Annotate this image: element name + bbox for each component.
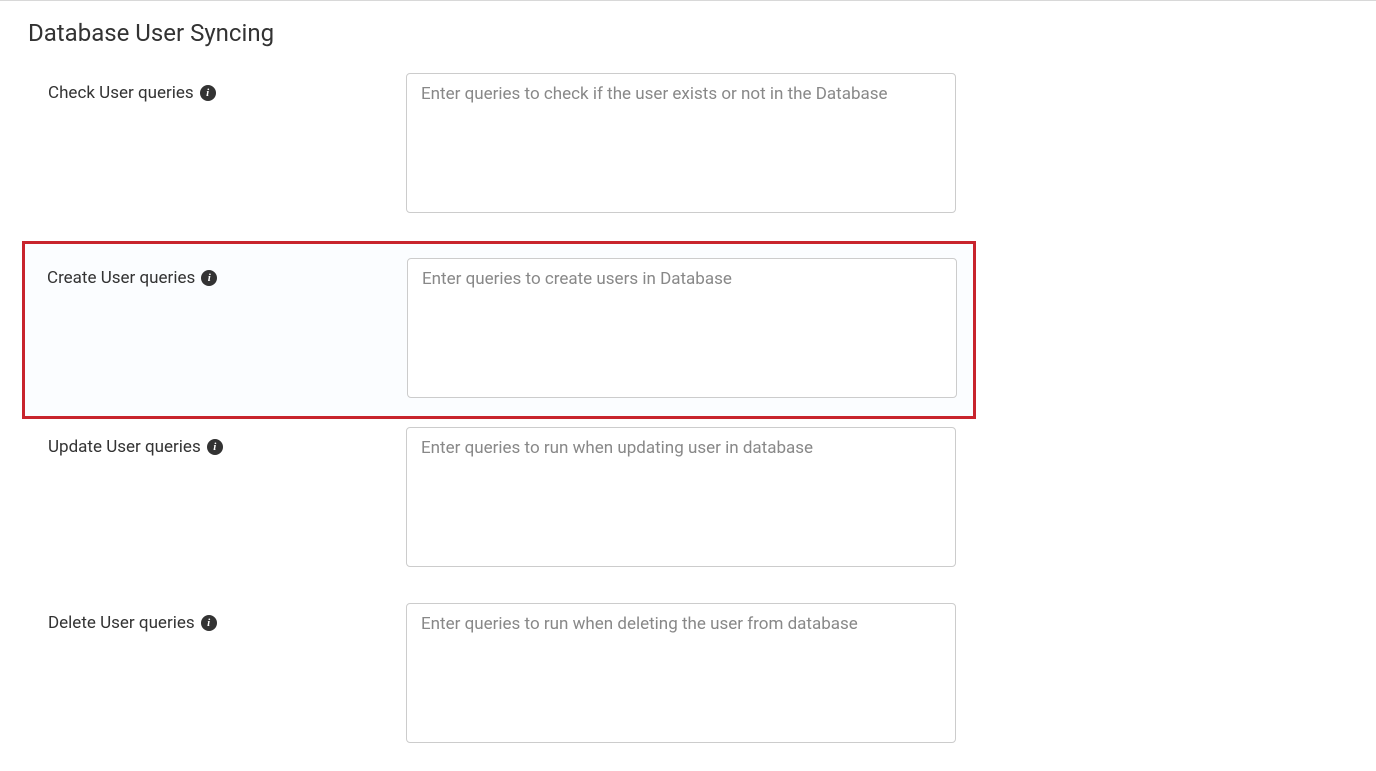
top-divider — [0, 0, 1376, 1]
update-user-row: Update User queries i — [0, 419, 1376, 595]
info-icon[interactable]: i — [200, 85, 216, 101]
create-user-row: Create User queries i — [22, 241, 976, 419]
check-user-input-col — [406, 73, 956, 217]
update-user-queries-input[interactable] — [406, 427, 956, 567]
delete-user-input-col — [406, 603, 956, 747]
create-user-input-col — [407, 258, 957, 402]
check-user-queries-input[interactable] — [406, 73, 956, 213]
info-icon[interactable]: i — [201, 270, 217, 286]
check-user-row: Check User queries i — [0, 65, 1376, 241]
delete-user-row: Delete User queries i — [0, 595, 1376, 771]
delete-user-queries-input[interactable] — [406, 603, 956, 743]
create-user-queries-input[interactable] — [407, 258, 957, 398]
delete-user-label-col: Delete User queries i — [0, 603, 406, 633]
update-user-input-col — [406, 427, 956, 571]
info-icon[interactable]: i — [201, 615, 217, 631]
info-icon[interactable]: i — [207, 439, 223, 455]
update-user-label-col: Update User queries i — [0, 427, 406, 457]
check-user-label-col: Check User queries i — [0, 73, 406, 103]
check-user-label: Check User queries — [48, 83, 194, 103]
section-title: Database User Syncing — [28, 19, 1376, 47]
create-user-label: Create User queries — [47, 268, 195, 288]
create-user-label-col: Create User queries i — [25, 258, 407, 288]
update-user-label: Update User queries — [48, 437, 201, 457]
delete-user-label: Delete User queries — [48, 613, 195, 633]
